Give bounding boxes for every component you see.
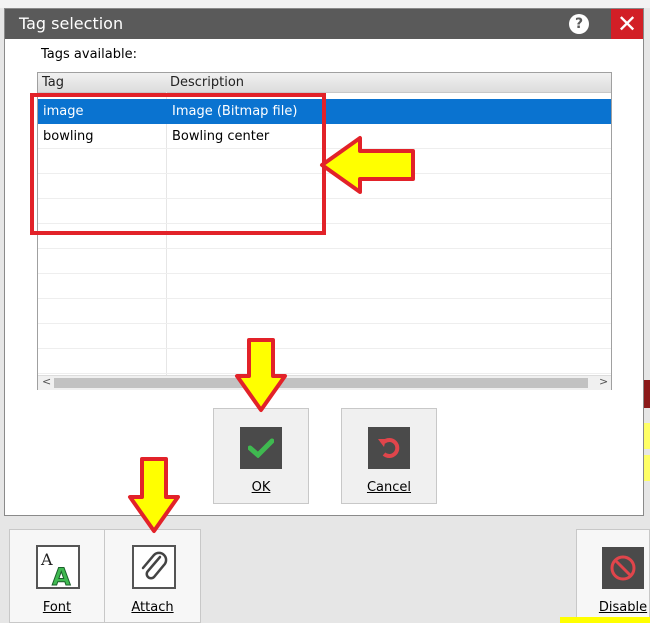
font-label: Font xyxy=(42,600,72,615)
undo-icon xyxy=(368,427,410,469)
checkmark-icon xyxy=(240,427,282,469)
column-header-tag[interactable]: Tag xyxy=(42,75,64,90)
annotation-highlight-box xyxy=(30,93,326,235)
disable-label: Disable xyxy=(598,600,648,615)
paperclip-icon xyxy=(132,545,176,589)
background-marker-red xyxy=(644,380,650,408)
scroll-left-icon[interactable]: < xyxy=(42,375,51,388)
disable-icon xyxy=(602,547,644,589)
table-row-empty xyxy=(38,299,611,324)
tag-selection-dialog: Tag selection ? ✕ Tags available: Tag De… xyxy=(4,8,644,516)
annotation-arrow-down-icon xyxy=(128,457,180,533)
table-row-empty xyxy=(38,349,611,374)
table-row-empty xyxy=(38,324,611,349)
ok-button[interactable]: OK xyxy=(213,408,309,504)
attach-button[interactable]: Attach xyxy=(104,529,201,623)
scroll-right-icon[interactable]: > xyxy=(599,375,608,388)
table-row-empty xyxy=(38,249,611,274)
list-header: Tag Description xyxy=(38,73,611,93)
background-marker-yellow-3 xyxy=(560,617,650,623)
svg-text:A: A xyxy=(52,563,71,589)
table-row-empty xyxy=(38,274,611,299)
dialog-titlebar: Tag selection ? ✕ xyxy=(5,9,643,39)
annotation-arrow-left-icon xyxy=(320,136,415,194)
close-button[interactable]: ✕ xyxy=(611,9,643,39)
attach-label: Attach xyxy=(131,600,174,615)
cancel-button[interactable]: Cancel xyxy=(341,408,437,504)
tags-available-label: Tags available: xyxy=(41,47,137,62)
help-icon[interactable]: ? xyxy=(569,14,589,34)
background-marker-yellow-1 xyxy=(644,423,650,449)
annotation-arrow-down-icon xyxy=(235,338,287,412)
column-header-description[interactable]: Description xyxy=(170,75,244,90)
font-icon: A A xyxy=(36,545,80,589)
background-window-strip xyxy=(0,0,650,8)
font-button[interactable]: A A Font xyxy=(9,529,105,623)
cancel-label: Cancel xyxy=(366,480,412,495)
background-marker-yellow-2 xyxy=(644,455,650,481)
close-icon: ✕ xyxy=(616,10,638,38)
horizontal-scrollbar[interactable]: < > xyxy=(38,375,611,390)
disable-button[interactable]: Disable xyxy=(576,529,650,623)
scrollbar-thumb[interactable] xyxy=(54,378,588,388)
dialog-title: Tag selection xyxy=(19,14,124,33)
ok-label: OK xyxy=(251,480,271,495)
